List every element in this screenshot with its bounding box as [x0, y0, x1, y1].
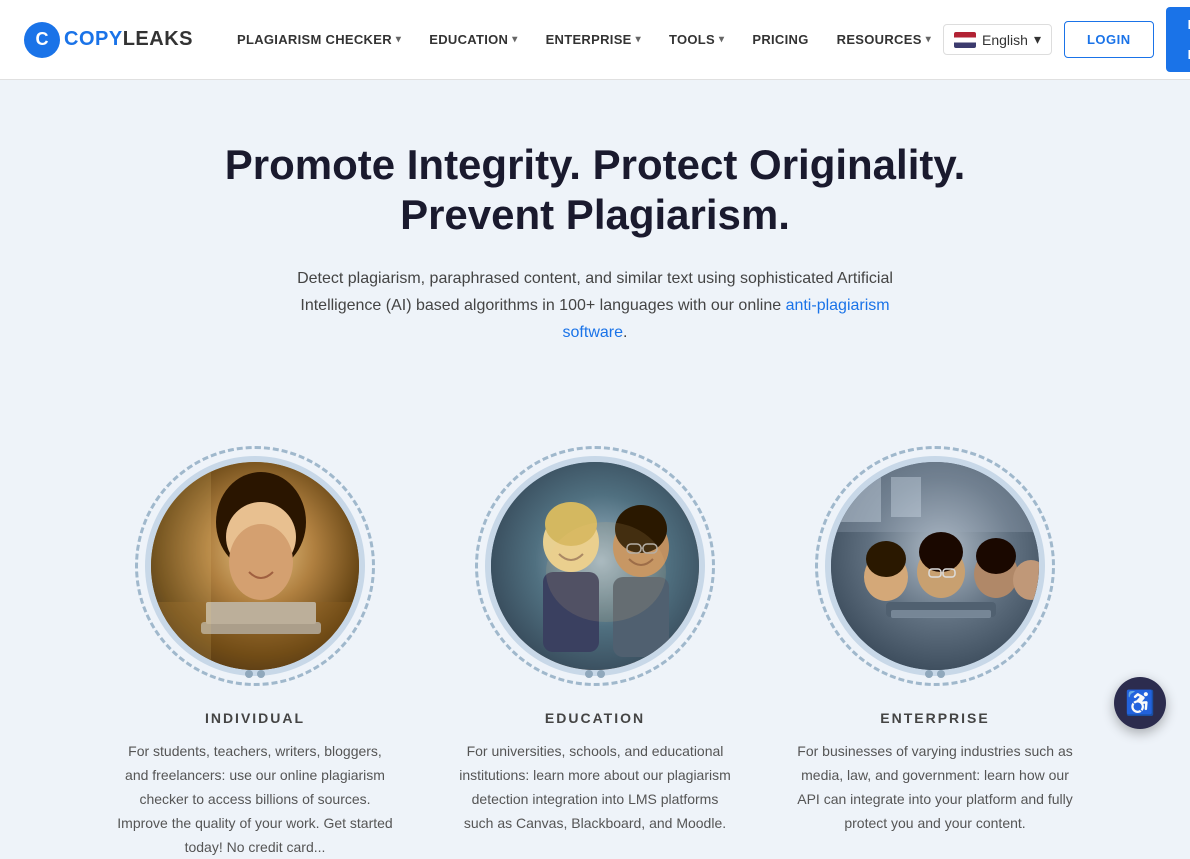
accessibility-icon: ♿	[1125, 689, 1155, 718]
card-description-education: For universities, schools, and education…	[455, 740, 735, 835]
chevron-down-icon: ▾	[636, 34, 641, 45]
book-demo-button[interactable]: BOOK A DEMO	[1166, 7, 1190, 72]
nav-item-tools[interactable]: TOOLS ▾	[657, 24, 736, 55]
card-image-enterprise	[825, 456, 1045, 676]
logo-text: COPYLEAKS	[64, 28, 193, 51]
hero-section: Promote Integrity. Protect Originality. …	[0, 80, 1190, 426]
chevron-down-icon: ▾	[1034, 31, 1041, 48]
card-arc-indicator	[585, 670, 605, 678]
card-description-enterprise: For businesses of varying industries suc…	[795, 740, 1075, 835]
card-image-wrapper-enterprise	[815, 446, 1055, 686]
nav-links: PLAGIARISM CHECKER ▾ EDUCATION ▾ ENTERPR…	[225, 24, 943, 55]
chevron-down-icon: ▾	[926, 34, 931, 45]
language-label: English	[982, 32, 1028, 48]
nav-item-education[interactable]: EDUCATION ▾	[417, 24, 529, 55]
login-button[interactable]: LOGIN	[1064, 21, 1154, 58]
card-individual: INDIVIDUAL For students, teachers, write…	[115, 446, 395, 859]
navbar: C COPYLEAKS PLAGIARISM CHECKER ▾ EDUCATI…	[0, 0, 1190, 80]
nav-item-pricing[interactable]: PRICING	[740, 24, 820, 55]
card-description-individual: For students, teachers, writers, blogger…	[115, 740, 395, 859]
chevron-down-icon: ▾	[512, 34, 517, 45]
logo-icon: C	[24, 22, 60, 58]
chevron-down-icon: ▾	[396, 34, 401, 45]
accessibility-button[interactable]: ♿	[1114, 677, 1166, 729]
card-enterprise: ENTERPRISE For businesses of varying ind…	[795, 446, 1075, 859]
nav-item-plagiarism-checker[interactable]: PLAGIARISM CHECKER ▾	[225, 24, 413, 55]
card-image-education	[485, 456, 705, 676]
card-image-wrapper-individual	[135, 446, 375, 686]
hero-subtitle: Detect plagiarism, paraphrased content, …	[275, 265, 915, 347]
cards-section: INDIVIDUAL For students, teachers, write…	[0, 426, 1190, 859]
hero-title: Promote Integrity. Protect Originality. …	[145, 140, 1045, 241]
card-category-education: EDUCATION	[545, 710, 645, 726]
card-education: EDUCATION For universities, schools, and…	[455, 446, 735, 859]
logo-link[interactable]: C COPYLEAKS	[24, 22, 193, 58]
nav-right: English ▾ LOGIN BOOK A DEMO	[943, 7, 1190, 72]
nav-item-resources[interactable]: RESOURCES ▾	[825, 24, 943, 55]
flag-icon-us	[954, 32, 976, 48]
card-category-enterprise: ENTERPRISE	[880, 710, 989, 726]
nav-item-enterprise[interactable]: ENTERPRISE ▾	[534, 24, 653, 55]
card-image-individual	[145, 456, 365, 676]
card-arc-indicator	[925, 670, 945, 678]
card-arc-indicator	[245, 670, 265, 678]
language-selector[interactable]: English ▾	[943, 24, 1052, 55]
chevron-down-icon: ▾	[719, 34, 724, 45]
card-image-wrapper-education	[475, 446, 715, 686]
card-category-individual: INDIVIDUAL	[205, 710, 305, 726]
